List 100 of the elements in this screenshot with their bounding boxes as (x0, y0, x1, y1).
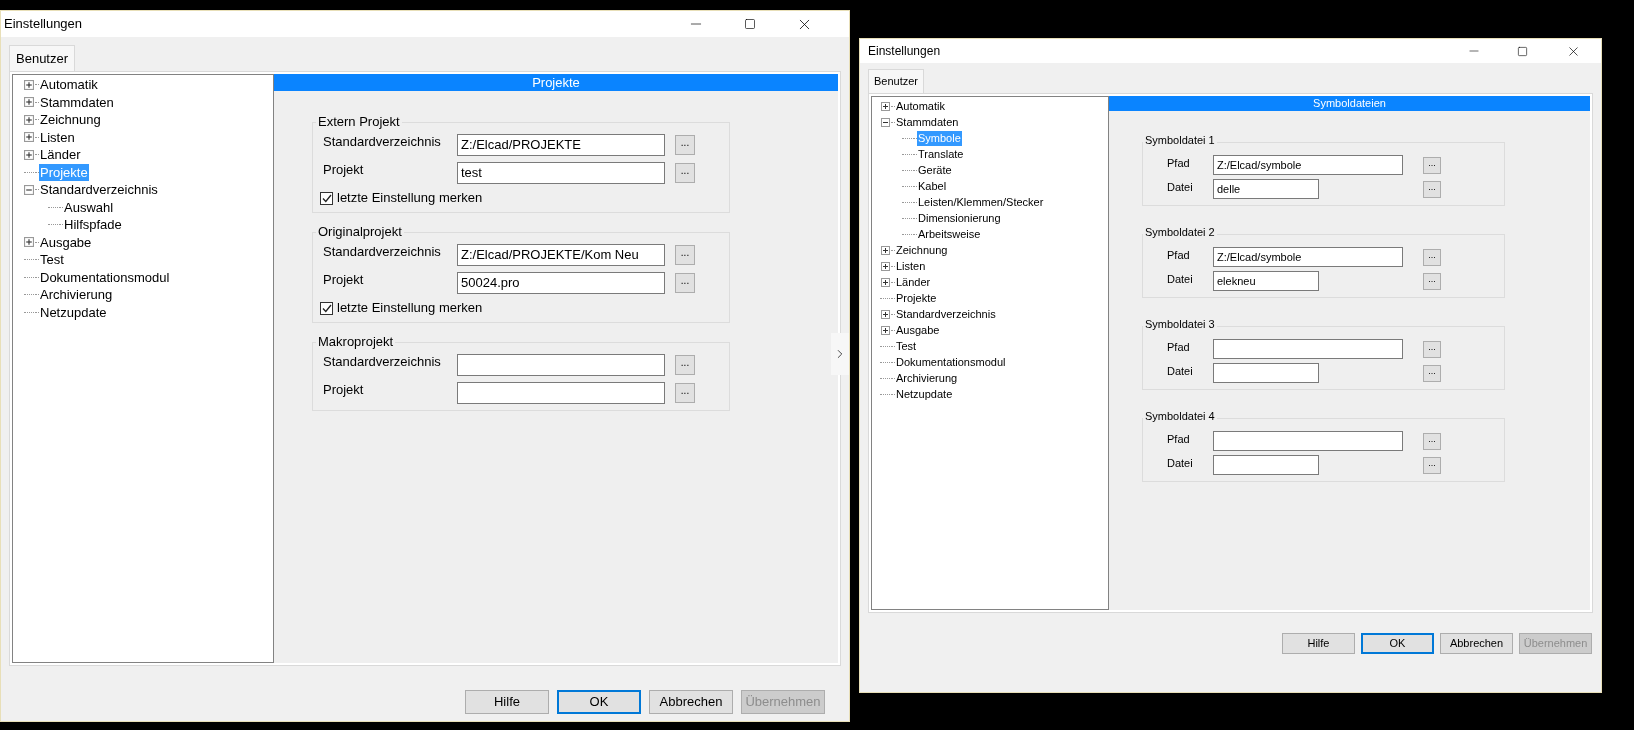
input-field[interactable] (1213, 431, 1403, 451)
tree-item[interactable]: Zeichnung (895, 242, 949, 258)
tree-item[interactable]: Test (895, 338, 918, 354)
dialog-button[interactable]: Hilfe (465, 690, 549, 714)
group-title: Extern Projekt (316, 115, 402, 128)
group-title: Makroprojekt (316, 335, 396, 348)
expand-icon[interactable] (880, 309, 890, 319)
dialog-button[interactable]: OK (1361, 633, 1434, 654)
tree-item[interactable]: Standardverzeichnis (39, 181, 159, 199)
tree-item[interactable]: Test (39, 251, 65, 269)
expand-icon[interactable] (24, 149, 34, 160)
input-field[interactable]: Z:/Elcad/PROJEKTE/Kom Neu (457, 244, 665, 266)
input-field[interactable]: delle (1213, 179, 1319, 199)
input-field[interactable]: Z:/Elcad/PROJEKTE (457, 134, 665, 156)
tree-item[interactable]: Translate (917, 146, 965, 162)
browse-button[interactable]: ... (675, 383, 695, 403)
tree-item[interactable]: Länder (39, 146, 82, 164)
browse-button[interactable]: ... (1423, 456, 1441, 474)
tree-item[interactable]: Netzupdate (39, 303, 108, 321)
tree-item[interactable]: Archivierung (39, 286, 114, 304)
input-field[interactable]: test (457, 162, 665, 184)
field-label: Projekt (322, 161, 365, 180)
tree-item[interactable]: Automatik (39, 76, 99, 94)
input-field[interactable]: Z:/Elcad/symbole (1213, 247, 1403, 267)
window-title: Einstellungen (4, 15, 83, 34)
tree-item[interactable]: Automatik (895, 98, 946, 114)
tree-item[interactable]: Standardverzeichnis (895, 306, 997, 322)
dialog-button[interactable]: Abbrechen (649, 690, 733, 714)
expand-icon[interactable] (24, 114, 34, 125)
dialog-button[interactable]: Hilfe (1282, 633, 1355, 654)
browse-button[interactable]: ... (1423, 248, 1441, 266)
tree-item[interactable]: Zeichnung (39, 111, 102, 129)
checkbox-label: letzte Einstellung merken (337, 299, 483, 318)
tree-item[interactable]: Dimensionierung (917, 210, 1002, 226)
tree-item[interactable]: Projekte (895, 290, 938, 306)
tree-item[interactable]: Hilfspfade (63, 216, 123, 234)
expand-icon[interactable] (880, 325, 890, 335)
field-label: Datei (1166, 271, 1194, 287)
tree-item[interactable]: Archivierung (895, 370, 959, 386)
expand-icon[interactable] (24, 79, 34, 90)
tree-item[interactable]: Netzupdate (895, 386, 954, 402)
expand-icon[interactable] (880, 277, 890, 287)
field-label: Standardverzeichnis (322, 353, 442, 372)
tree-item[interactable]: Stammdaten (39, 93, 115, 111)
check-icon (321, 303, 332, 313)
field-label: Projekt (322, 271, 365, 290)
maximize-icon[interactable] (1517, 45, 1528, 57)
tree-item[interactable]: Stammdaten (895, 114, 960, 130)
checkbox[interactable] (320, 191, 333, 205)
tree-item[interactable]: Leisten/Klemmen/Stecker (917, 194, 1045, 210)
input-field[interactable] (1213, 363, 1319, 383)
tree-item[interactable]: Auswahl (63, 198, 115, 216)
browse-button[interactable]: ... (675, 163, 695, 183)
browse-button[interactable]: ... (1423, 340, 1441, 358)
expand-icon[interactable] (880, 261, 890, 271)
tree-item[interactable]: Geräte (917, 162, 953, 178)
side-handle[interactable] (831, 333, 849, 375)
dialog-button[interactable]: Abbrechen (1440, 633, 1513, 654)
tree-item[interactable]: Kabel (917, 178, 948, 194)
tree-item[interactable]: Arbeitsweise (917, 226, 982, 242)
maximize-icon[interactable] (744, 18, 756, 30)
input-field[interactable] (457, 354, 665, 376)
browse-button[interactable]: ... (1423, 432, 1441, 450)
expand-icon[interactable] (880, 245, 890, 255)
expand-icon[interactable] (24, 132, 34, 143)
collapse-icon[interactable] (880, 117, 890, 127)
browse-button[interactable]: ... (1423, 156, 1441, 174)
dialog-button[interactable]: OK (557, 690, 641, 714)
input-field[interactable] (1213, 455, 1319, 475)
tree-item[interactable]: Dokumentationsmodul (39, 268, 171, 286)
field-label: Projekt (322, 381, 365, 400)
tab[interactable]: Benutzer (868, 69, 925, 93)
input-field[interactable] (1213, 339, 1403, 359)
checkbox[interactable] (320, 301, 333, 315)
browse-button[interactable]: ... (1423, 272, 1441, 290)
tree-item[interactable]: Länder (895, 274, 932, 290)
tree-item[interactable]: Dokumentationsmodul (895, 354, 1007, 370)
field-label: Datei (1166, 363, 1194, 379)
input-field[interactable] (457, 382, 665, 404)
browse-button[interactable]: ... (1423, 180, 1441, 198)
expand-icon[interactable] (24, 237, 34, 248)
tree-item[interactable]: Listen (895, 258, 927, 274)
field-label: Standardverzeichnis (322, 133, 442, 152)
tree-item[interactable]: Ausgabe (895, 322, 941, 338)
tab[interactable]: Benutzer (9, 45, 76, 71)
input-field[interactable]: elekneu (1213, 271, 1319, 291)
tree-item[interactable]: Ausgabe (39, 233, 93, 251)
input-field[interactable]: Z:/Elcad/symbole (1213, 155, 1403, 175)
browse-button[interactable]: ... (675, 355, 695, 375)
browse-button[interactable]: ... (675, 273, 695, 293)
expand-icon[interactable] (880, 101, 890, 111)
browse-button[interactable]: ... (675, 245, 695, 265)
tree-item[interactable]: Listen (39, 128, 76, 146)
input-field[interactable]: 50024.pro (457, 272, 665, 294)
field-label: Pfad (1166, 339, 1191, 355)
section-header: Projekte (274, 74, 838, 91)
field-label: Standardverzeichnis (322, 243, 442, 262)
browse-button[interactable]: ... (1423, 364, 1441, 382)
expand-icon[interactable] (24, 97, 34, 108)
browse-button[interactable]: ... (675, 135, 695, 155)
